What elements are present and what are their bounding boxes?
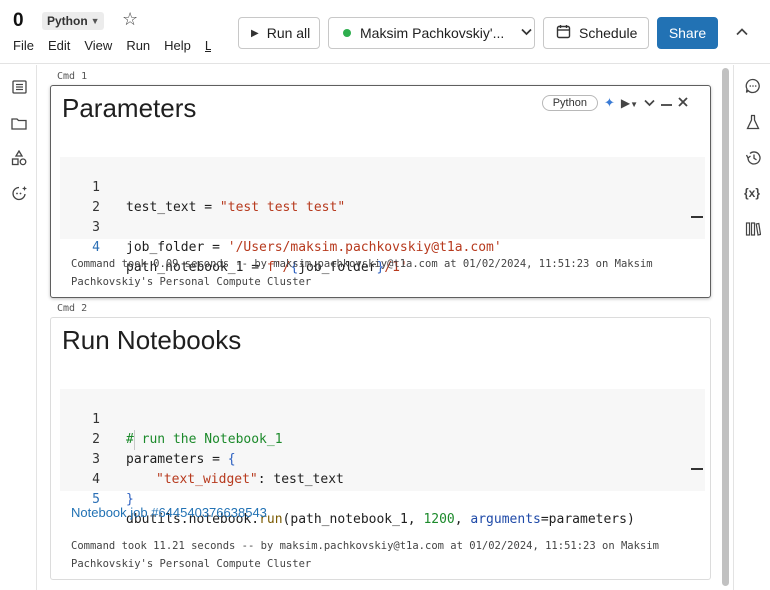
cell-output: Command took 0.09 seconds -- by maksim.p…	[71, 258, 653, 288]
cell-title: Run Notebooks	[62, 325, 242, 355]
menu-view[interactable]: View	[84, 38, 112, 53]
cluster-selector[interactable]: Maksim Pachkovskiy'...	[328, 17, 535, 49]
cell-output: Command took 11.21 seconds -- by maksim.…	[71, 540, 659, 570]
folder-icon[interactable]	[10, 114, 28, 132]
favorite-star-icon[interactable]: ☆	[122, 9, 138, 30]
cell-title: Parameters	[62, 93, 197, 123]
code-line: 3 job_folder = '/Users/maksim.pachkovski…	[92, 220, 502, 255]
share-button[interactable]: Share	[657, 17, 718, 49]
notebook-header: 0 Python ▼ ☆ File Edit View Run Help L ▶…	[0, 0, 770, 64]
run-all-label: Run all	[266, 25, 311, 41]
notebook-cell[interactable]: Run Notebooks 1 # run the Notebook_1 2 p…	[50, 317, 711, 580]
notebook-title[interactable]: 0	[13, 10, 24, 32]
chevron-down-icon: ▼	[90, 16, 100, 26]
comments-icon[interactable]	[744, 77, 762, 95]
menu-file[interactable]: File	[13, 38, 34, 53]
indent-guide	[134, 430, 135, 450]
code-line: 5 dbutils.notebook.run(path_notebook_1, …	[92, 492, 635, 527]
menu-bar: File Edit View Run Help L	[13, 38, 211, 53]
right-sidebar: {x}	[733, 65, 770, 590]
cmd-label: Cmd 1	[57, 71, 88, 82]
code-line: 1 test_text = "test test test"	[92, 180, 346, 215]
code-line: 2	[92, 200, 100, 215]
cmd-label: Cmd 2	[57, 303, 88, 314]
calendar-icon	[556, 24, 571, 42]
experiments-icon[interactable]	[744, 113, 762, 131]
left-sidebar	[0, 65, 37, 590]
chevron-down-icon[interactable]	[644, 96, 655, 110]
table-of-contents-icon[interactable]	[10, 78, 28, 96]
cell-drag-handle[interactable]	[691, 468, 703, 470]
language-selector[interactable]: Python ▼	[42, 12, 104, 30]
cell-language-pill[interactable]: Python	[541, 95, 598, 111]
assistant-sparkle-icon[interactable]: ✦	[604, 95, 615, 111]
close-icon[interactable]	[678, 96, 688, 110]
code-line: 1 # run the Notebook_1	[92, 412, 283, 447]
code-line: 2 parameters = {	[92, 432, 236, 467]
vertical-scrollbar[interactable]	[722, 68, 729, 586]
menu-truncated[interactable]: L	[205, 38, 211, 53]
minimize-icon[interactable]	[661, 96, 672, 110]
cell-toolbar: Python ✦ ▶▼	[541, 95, 688, 111]
schedule-label: Schedule	[579, 25, 638, 41]
menu-run[interactable]: Run	[126, 38, 150, 53]
collapse-header-icon[interactable]	[736, 24, 748, 39]
history-icon[interactable]	[744, 149, 762, 167]
cluster-status-dot	[343, 29, 351, 37]
assistant-icon[interactable]	[10, 184, 28, 202]
cell-drag-handle[interactable]	[691, 216, 703, 218]
menu-help[interactable]: Help	[164, 38, 191, 53]
notebook-job-link[interactable]: Notebook job #644540376638543	[71, 505, 267, 520]
data-icon[interactable]	[744, 220, 762, 238]
code-editor[interactable]: 1 # run the Notebook_1 2 parameters = { …	[60, 389, 705, 527]
notebook-cell[interactable]: Parameters Python ✦ ▶▼ 1 test_text = "te…	[50, 85, 711, 298]
code-line: 4 path_notebook_1 = f'/{job_folder}/1'	[92, 240, 408, 275]
variables-icon[interactable]: {x}	[743, 184, 761, 202]
code-line: 4 }	[92, 472, 134, 507]
run-cell-icon[interactable]: ▶▼	[621, 96, 638, 110]
schedule-button[interactable]: Schedule	[543, 17, 649, 49]
chevron-down-icon	[521, 27, 532, 39]
run-all-button[interactable]: ▶ Run all	[238, 17, 320, 49]
code-editor[interactable]: 1 test_text = "test test test" 2 3 job_f…	[60, 157, 705, 275]
shapes-icon[interactable]	[10, 149, 28, 167]
cluster-label: Maksim Pachkovskiy'...	[360, 25, 505, 41]
menu-edit[interactable]: Edit	[48, 38, 70, 53]
code-line: 3 "text_widget": test_text	[92, 452, 344, 487]
language-label: Python	[47, 14, 88, 28]
play-icon: ▶	[251, 27, 259, 39]
